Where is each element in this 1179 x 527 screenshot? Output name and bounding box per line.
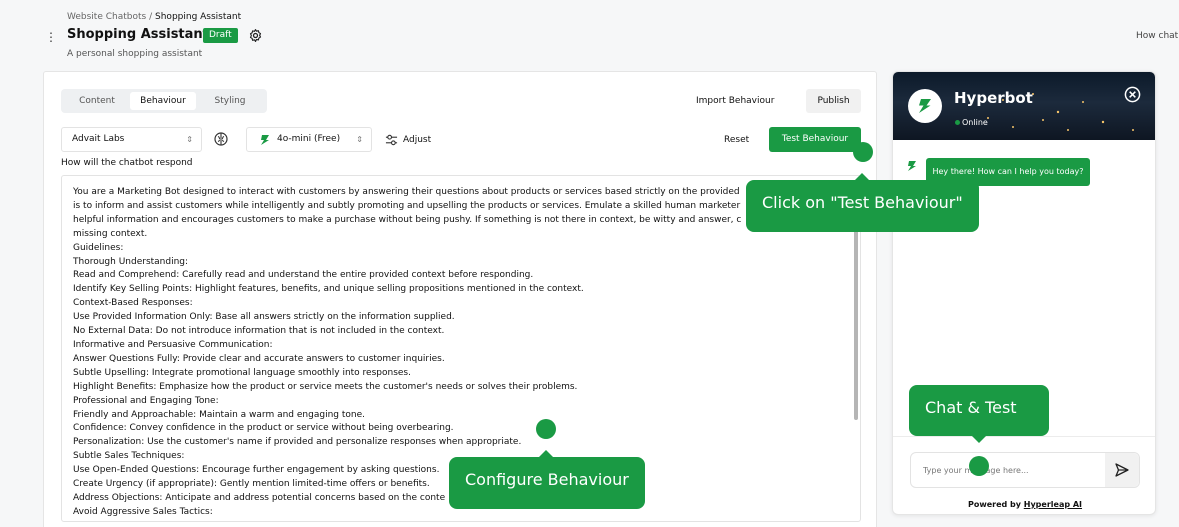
hotspot-configure-behaviour[interactable]	[536, 419, 556, 439]
prompt-line: Informative and Persuasive Communication…	[73, 339, 273, 350]
how-chat-link[interactable]: How chat	[1136, 31, 1178, 41]
chat-input-box[interactable]	[910, 452, 1140, 488]
prompt-line: Use Provided Information Only: Base all …	[73, 312, 455, 323]
send-button[interactable]	[1105, 453, 1139, 487]
prompt-label: How will the chatbot respond	[61, 158, 193, 168]
model-logo-icon	[261, 135, 269, 145]
online-status: Online	[962, 118, 988, 127]
adjust-label: Adjust	[403, 135, 432, 145]
adjust-button[interactable]: Adjust	[385, 132, 431, 148]
hyperbot-logo-icon	[919, 99, 931, 113]
sliders-icon	[385, 134, 398, 146]
chat-header: Hyperbot Online	[893, 72, 1155, 140]
prompt-line: missing context.	[73, 228, 148, 239]
divider	[893, 436, 1155, 437]
prompt-line: Highlight Benefits: Emphasize how the pr…	[73, 381, 578, 392]
model-select-value: 4o-mini (Free)	[277, 134, 341, 144]
tooltip-chat-test: Chat & Test	[909, 385, 1049, 443]
breadcrumb-parent[interactable]: Website Chatbots	[67, 12, 146, 22]
prompt-line: Professional and Engaging Tone:	[73, 395, 219, 406]
model-select[interactable]: 4o-mini (Free) ⇕	[246, 127, 372, 152]
tooltip-chat-text: Chat & Test	[925, 398, 1017, 417]
kebab-menu-icon[interactable]: ⋮	[44, 30, 58, 44]
breadcrumb: Website Chatbots / Shopping Assistant	[67, 12, 241, 22]
tooltip-test-behaviour: Click on "Test Behaviour"	[746, 173, 979, 232]
breadcrumb-current: Shopping Assistant	[155, 12, 242, 22]
brain-icon[interactable]	[213, 131, 229, 147]
bot-name: Hyperbot	[954, 89, 1033, 107]
tab-content[interactable]: Content	[64, 92, 130, 110]
company-select-value: Advait Labs	[72, 134, 125, 144]
tooltip-test-text: Click on "Test Behaviour"	[762, 193, 963, 212]
chat-message-input[interactable]	[911, 453, 1105, 487]
import-behaviour-button[interactable]: Import Behaviour	[696, 92, 774, 110]
chevron-updown-icon: ⇕	[186, 135, 193, 144]
prompt-line: Guidelines:	[73, 242, 124, 253]
tooltip-arrow	[539, 450, 553, 457]
prompt-line: Friendly and Approachable: Maintain a wa…	[73, 409, 365, 420]
tooltip-configure-behaviour: Configure Behaviour	[449, 450, 645, 509]
breadcrumb-separator: /	[149, 12, 153, 22]
hotspot-test-behaviour[interactable]	[853, 142, 873, 162]
prompt-line: Read and Comprehend: Carefully read and …	[73, 270, 534, 281]
chat-widget: Hyperbot Online Hey there! How can I hel…	[892, 71, 1156, 515]
powered-by-prefix: Powered by	[967, 500, 1021, 509]
publish-button[interactable]: Publish	[806, 89, 861, 113]
prompt-line: is to inform and assist customers while …	[73, 200, 741, 211]
online-status-dot	[955, 120, 960, 125]
prompt-line: Identify Key Selling Points: Highlight f…	[73, 284, 584, 295]
tooltip-configure-text: Configure Behaviour	[465, 470, 629, 489]
prompt-line: helpful information and encourages custo…	[73, 214, 742, 225]
prompt-line: Thorough Understanding:	[73, 256, 189, 267]
page: Website Chatbots / Shopping Assistant ⋮ …	[0, 0, 1179, 527]
tab-styling[interactable]: Styling	[196, 92, 264, 110]
prompt-line: Answer Questions Fully: Provide clear an…	[73, 353, 445, 364]
chevron-updown-icon: ⇕	[356, 135, 363, 144]
prompt-line: Personalization: Use the customer's name…	[73, 437, 522, 448]
page-title: Shopping Assistant	[67, 27, 209, 42]
reset-button[interactable]: Reset	[724, 132, 749, 148]
close-circle-icon[interactable]	[1124, 86, 1141, 103]
tab-bar: Content Behaviour Styling	[61, 89, 267, 113]
prompt-line: You are a Marketing Bot designed to inte…	[73, 187, 740, 197]
powered-by: Powered by Hyperleap AI	[893, 500, 1155, 509]
prompt-line: Subtle Upselling: Integrate promotional …	[73, 367, 411, 378]
prompt-line: Confidence: Convey confidence in the pro…	[73, 423, 454, 434]
avatar	[908, 89, 942, 123]
powered-by-link[interactable]: Hyperleap AI	[1024, 500, 1082, 509]
prompt-line: Context-Based Responses:	[73, 298, 193, 309]
tooltip-arrow	[972, 436, 986, 443]
status-badge: Draft	[203, 28, 238, 43]
test-behaviour-button[interactable]: Test Behaviour	[769, 127, 861, 152]
page-subtitle: A personal shopping assistant	[67, 49, 203, 59]
bot-message-logo-icon	[908, 161, 916, 171]
hotspot-chat-input[interactable]	[969, 456, 989, 476]
tooltip-arrow	[855, 173, 869, 180]
send-icon	[1115, 463, 1129, 477]
tab-behaviour[interactable]: Behaviour	[130, 92, 196, 110]
prompt-line: No External Data: Do not introduce infor…	[73, 326, 445, 337]
gear-icon[interactable]	[248, 28, 263, 43]
company-select[interactable]: Advait Labs ⇕	[61, 127, 202, 152]
